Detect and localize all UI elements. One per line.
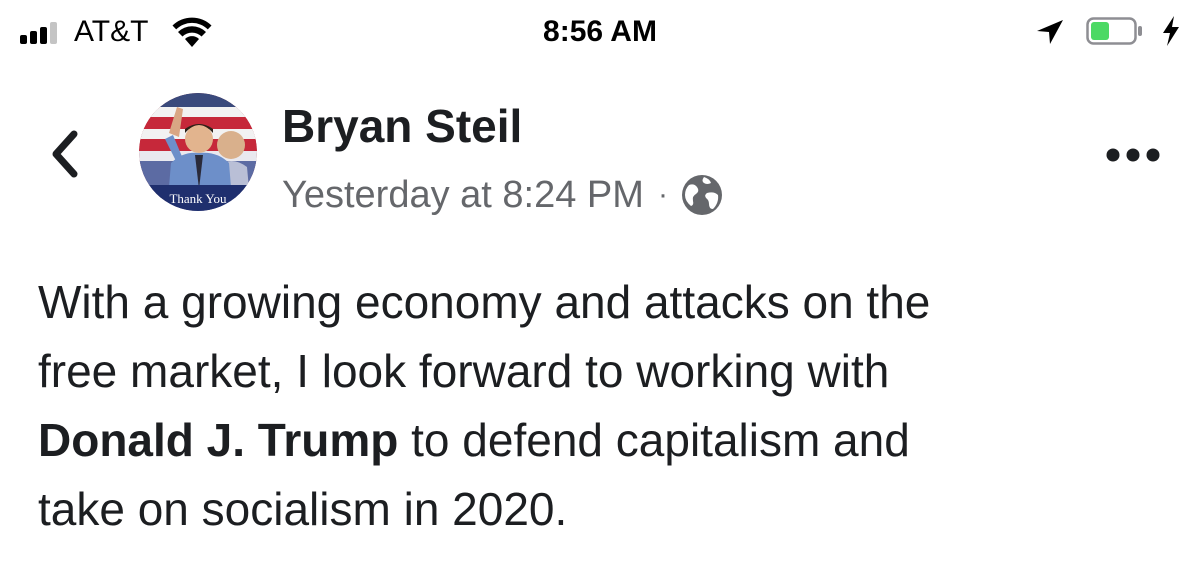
- location-arrow-icon: [1037, 20, 1063, 44]
- avatar-caption: Thank You: [169, 191, 227, 206]
- meta-separator: ·: [657, 178, 668, 211]
- globe-icon: [681, 175, 722, 215]
- chevron-left-icon: [52, 130, 78, 178]
- post-text-line: Donald J. Trump to defend capitalism and: [38, 406, 1178, 475]
- avatar-photo: Thank You: [139, 93, 257, 211]
- post-text-line: With a growing economy and attacks on th…: [38, 276, 931, 328]
- mention-link[interactable]: Donald J. Trump: [38, 414, 398, 466]
- charging-bolt-icon: [1163, 16, 1179, 46]
- author-avatar[interactable]: Thank You: [139, 93, 257, 211]
- status-bar: AT&T 8:56 AM: [0, 0, 1200, 64]
- post-body: With a growing economy and attacks on th…: [38, 268, 1178, 544]
- post-meta: Yesterday at 8:24 PM ·: [282, 165, 724, 225]
- post-text-line: take on socialism in 2020.: [38, 483, 568, 535]
- status-time: 8:56 AM: [543, 15, 657, 48]
- battery-level-fill: [1091, 22, 1109, 40]
- more-options-icon: [1106, 148, 1160, 162]
- battery-icon: [1086, 17, 1142, 45]
- post-timestamp[interactable]: Yesterday at 8:24 PM: [282, 174, 644, 217]
- post-text-line: free market, I look forward to working w…: [38, 345, 890, 397]
- more-options-button[interactable]: [1100, 135, 1166, 175]
- post-text-fragment: to defend capitalism and: [398, 414, 910, 466]
- back-button[interactable]: [40, 122, 90, 186]
- facebook-post-screen: AT&T 8:56 AM Thank You Bryan Steil Yeste…: [0, 0, 1200, 565]
- author-name[interactable]: Bryan Steil: [282, 96, 522, 156]
